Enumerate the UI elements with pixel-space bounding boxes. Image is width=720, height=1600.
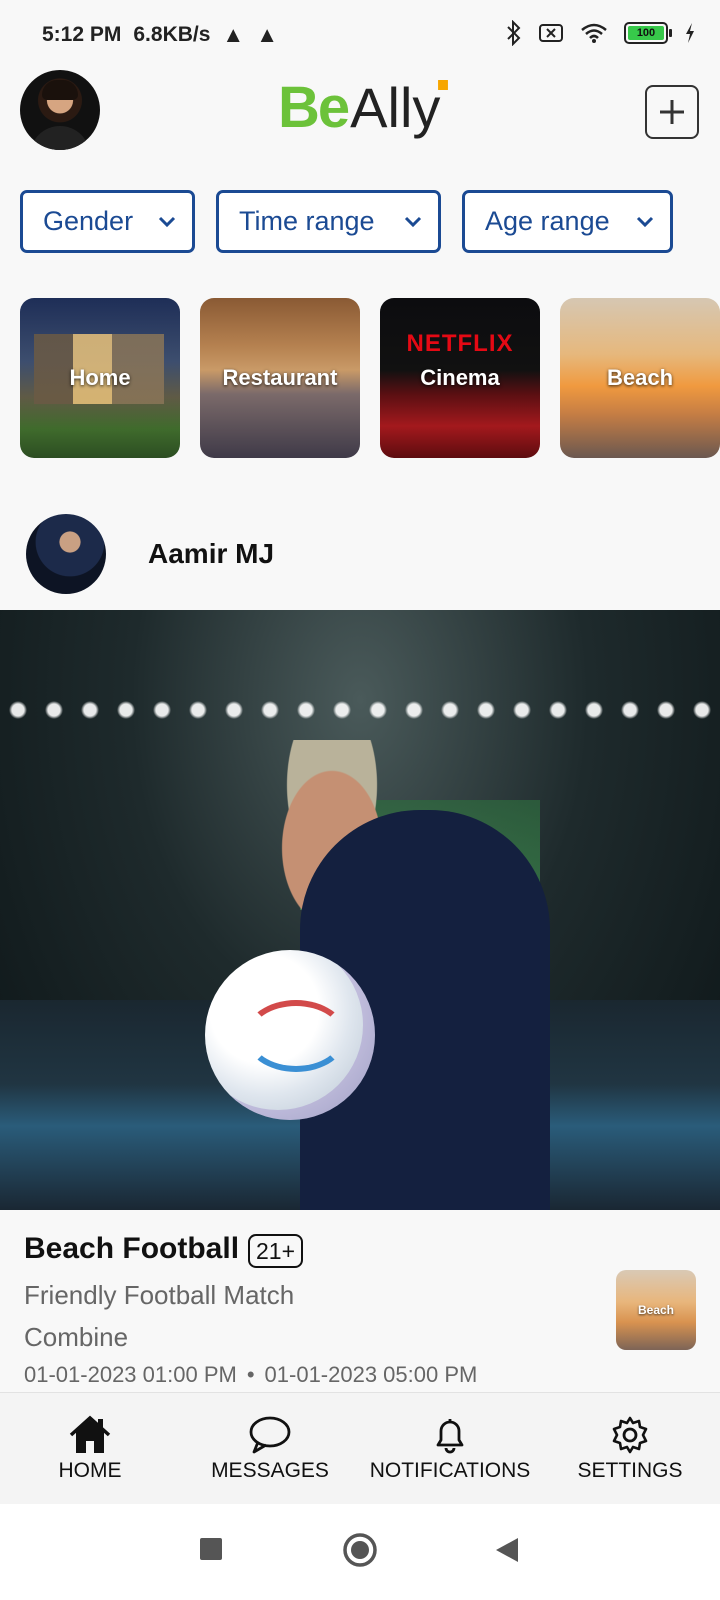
avatar-body [30,126,90,150]
home-icon [69,1415,111,1453]
filter-bar: Gender Time range Age range [20,190,673,253]
back-icon[interactable] [494,1536,520,1564]
time-range-filter[interactable]: Time range [216,190,441,253]
status-bar: 5:12 PM 6.8KB/s ▲ ▲ 100 [0,0,720,70]
category-label: Home [69,365,131,390]
status-right: 100 [506,20,696,46]
category-beach[interactable]: Beach [560,298,720,458]
chevron-down-icon [404,216,422,227]
category-home[interactable]: Home [20,298,180,458]
post-category: Combine [24,1322,129,1352]
post-start-date: 01-01-2023 01:00 PM [24,1362,237,1387]
warning-icon-2: ▲ [256,22,278,47]
category-restaurant[interactable]: Restaurant [200,298,360,458]
recent-apps-icon[interactable] [198,1536,224,1562]
logo-be: Be [278,75,350,140]
bell-icon [436,1419,464,1454]
battery-icon: 100 [624,22,672,44]
nav-settings-label: SETTINGS [577,1459,683,1482]
post-image[interactable] [0,610,720,1210]
warning-icon: ▲ [222,22,245,47]
nav-notifications[interactable]: NOTIFICATIONS [360,1393,540,1504]
app-logo: Be Ally [278,76,440,140]
age-range-filter-label: Age range [485,206,610,236]
category-label: Beach [606,365,674,390]
post-category-thumbnail[interactable]: Beach [616,1270,696,1350]
nav-notifications-label: NOTIFICATIONS [369,1459,531,1482]
post-info[interactable]: Beach Football 21+ Friendly Football Mat… [0,1210,720,1390]
time-range-filter-label: Time range [239,206,375,236]
thumbnail-label: Beach [637,1303,675,1317]
gender-filter[interactable]: Gender [20,190,195,253]
gear-icon [612,1416,648,1454]
bluetooth-icon [507,20,521,46]
logo-ally: Ally [350,76,441,139]
post-dates: 01-01-2023 01:00 PM • 01-01-2023 05:00 P… [24,1362,477,1388]
post-title: Beach Football [24,1232,240,1265]
home-button-icon[interactable] [342,1532,378,1568]
nav-messages[interactable]: MESSAGES [180,1393,360,1504]
age-range-filter[interactable]: Age range [462,190,673,253]
wifi-icon [581,23,607,43]
add-post-button[interactable] [645,85,699,139]
nav-home[interactable]: HOME [0,1393,180,1504]
post-author-avatar[interactable] [26,514,106,594]
date-separator: • [246,1362,255,1387]
charging-icon [686,23,694,43]
category-cinema[interactable]: NETFLIX Cinema [380,298,540,458]
post-end-date: 01-01-2023 05:00 PM [264,1362,478,1387]
category-label: Cinema [420,365,500,390]
football [205,950,375,1120]
netflix-logo: NETFLIX [406,330,514,357]
profile-avatar[interactable] [20,70,100,150]
network-speed: 6.8KB/s [133,23,211,46]
gender-filter-label: Gender [43,206,134,236]
nav-settings[interactable]: SETTINGS [540,1393,720,1504]
status-time: 5:12 PM [42,23,122,46]
nav-messages-label: MESSAGES [211,1459,329,1482]
age-badge: 21+ [248,1234,304,1268]
category-carousel: Home Restaurant NETFLIX Cinema Beach [20,298,720,458]
post-author-name[interactable]: Aamir MJ [148,538,274,570]
battery-level: 100 [628,26,664,40]
bottom-nav: HOME MESSAGES NOTIFICATIONS SETTINGS [0,1392,720,1504]
sim-off-icon [539,24,563,42]
avatar-hair [42,80,78,100]
system-nav-bar [0,1504,720,1600]
plus-icon [660,100,684,124]
chevron-down-icon [636,216,654,227]
nav-home-label: HOME [58,1459,122,1482]
status-left: 5:12 PM 6.8KB/s ▲ ▲ [42,22,278,48]
category-label: Restaurant [222,365,338,390]
post-description: Friendly Football Match [24,1280,295,1310]
chat-bubble-icon [249,1416,291,1454]
chevron-down-icon [158,216,176,227]
